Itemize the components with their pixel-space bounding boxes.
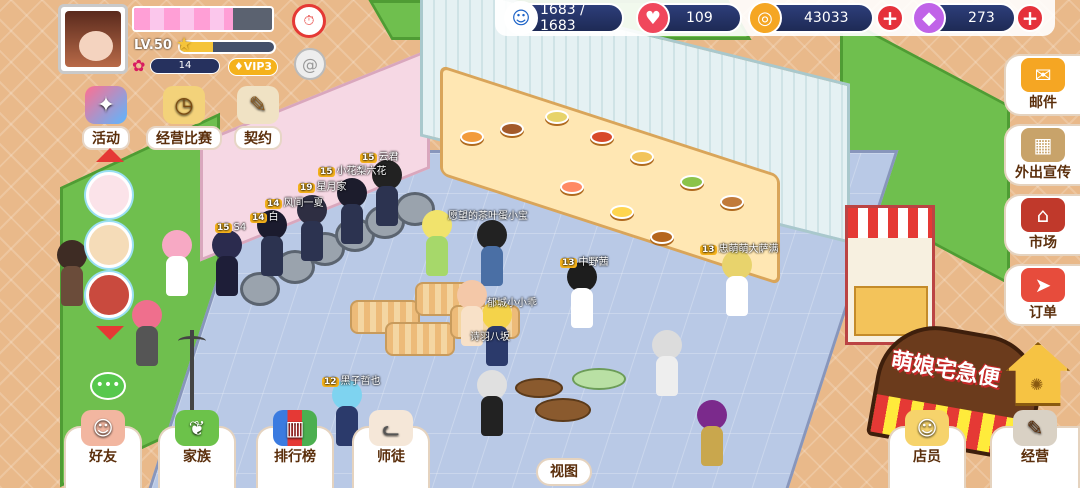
game-scene[interactable]: 萌娘宅急便 15 小花梨六花 15 云君 19 星月家 14 风间一夏 14 白 15 S4… — [0, 0, 1080, 488]
family-button[interactable]: ❦ 家族 — [158, 410, 236, 488]
stamina-pill[interactable]: ☺ 1683 / 1683 — [504, 1, 624, 35]
dish — [545, 110, 569, 124]
spiral-icon[interactable]: @ — [294, 48, 326, 80]
mail-button[interactable]: ✉ 邮件 — [1004, 54, 1080, 116]
customer-name-tag: 13 中野茜 — [560, 257, 609, 268]
dish — [590, 130, 614, 144]
shop-sign: 萌娘宅急便 — [888, 348, 1002, 392]
staff-avatar[interactable] — [86, 272, 132, 318]
round-table[interactable] — [535, 398, 591, 422]
lightbulb-icon: ✺ — [1030, 375, 1044, 394]
round-table[interactable] — [572, 368, 626, 390]
delivery-scooter-icon: ➤ — [1021, 268, 1065, 302]
orders-button[interactable]: ➤ 订单 — [1004, 264, 1080, 326]
customer-name-tag: 15 小花梨六花 — [318, 166, 387, 177]
customer-name-tag: 14 风间一夏 — [265, 198, 324, 209]
chat-bubble-icon[interactable]: ••• — [90, 372, 126, 400]
stopwatch-icon[interactable]: ⏱ — [292, 4, 326, 38]
round-table[interactable] — [515, 378, 563, 398]
dish — [720, 195, 744, 209]
dish — [650, 230, 674, 244]
character[interactable] — [210, 230, 244, 296]
staff-avatar[interactable] — [86, 172, 132, 218]
contest-button[interactable]: ◷ 经营比赛 — [144, 86, 224, 150]
star-icon: ★ — [176, 34, 193, 55]
customer-name-tag: 郁城小小乖 — [487, 298, 537, 309]
map-icon: ▦ — [1021, 128, 1065, 162]
add-coins-button[interactable]: + — [876, 4, 904, 32]
customer-name-tag: 12 黑子哲也 — [322, 376, 381, 387]
staff-icon: ☺ — [905, 410, 949, 446]
scroll-icon: ✎ — [237, 86, 279, 124]
character[interactable] — [55, 240, 89, 306]
clipboard-icon: ✎ — [1013, 410, 1057, 446]
street-lamp-light — [178, 336, 206, 346]
market-stall[interactable] — [845, 205, 935, 345]
megaphone-icon: ✉ — [1021, 58, 1065, 92]
rank-pill: 14 — [150, 58, 220, 74]
view-button[interactable]: 视图 — [536, 458, 592, 486]
add-gems-button[interactable]: + — [1016, 4, 1044, 32]
player-avatar[interactable] — [58, 4, 128, 74]
promote-button[interactable]: ▦ 外出宣传 — [1004, 124, 1080, 186]
customer-name-tag: 19 星月家 — [298, 182, 347, 193]
energy-bar — [132, 6, 274, 32]
character[interactable] — [475, 220, 509, 286]
dish — [630, 150, 654, 164]
rose-icon: ✿ — [132, 56, 146, 75]
activity-button[interactable]: ✦ 活动 — [70, 86, 142, 150]
diamond-icon: ◆ — [912, 1, 946, 35]
character[interactable] — [475, 370, 509, 436]
contract-button[interactable]: ✎ 契约 — [222, 86, 294, 150]
dish — [500, 122, 524, 136]
manage-button[interactable]: ✎ 经营 — [990, 410, 1080, 488]
customer-name-tag: 14 白 — [250, 212, 279, 223]
vip-badge[interactable]: ♦VIP3 — [228, 58, 278, 76]
mentor-button[interactable]: ᓚ 师徒 — [352, 410, 430, 488]
character[interactable] — [160, 230, 194, 296]
friends-icon: ☺ — [81, 410, 125, 446]
customer-name-tag: 13 忠萌萌大萨满 — [700, 244, 779, 255]
market-button[interactable]: ⌂ 市场 — [1004, 194, 1080, 256]
character[interactable] — [650, 330, 684, 396]
exp-bar — [178, 40, 276, 54]
gems-pill[interactable]: ◆ 273 — [912, 1, 1016, 35]
heart-icon: ♥ — [636, 1, 670, 35]
dish — [460, 130, 484, 144]
dish — [560, 180, 584, 194]
customer-name-tag: 15 S4 — [215, 222, 247, 233]
vip-gem-icon: ♦ — [233, 60, 244, 73]
stove[interactable] — [240, 272, 280, 306]
coin-icon: ◎ — [748, 1, 782, 35]
shop-stall-icon: ⌂ — [1021, 198, 1065, 232]
party-icon: ✦ — [85, 86, 127, 124]
character[interactable] — [565, 262, 599, 328]
dining-table[interactable] — [385, 322, 455, 356]
character[interactable] — [720, 250, 754, 316]
coins-pill[interactable]: ◎ 43033 — [748, 1, 874, 35]
sprout-icon: ❦ — [175, 410, 219, 446]
character[interactable] — [695, 400, 729, 466]
podium-icon: ▥ — [273, 410, 317, 446]
staff-button[interactable]: ☺ 店员 — [888, 410, 966, 488]
panda-face-icon: ☺ — [504, 1, 538, 35]
dish — [610, 205, 634, 219]
customer-name-tag: 15 云君 — [360, 152, 399, 163]
hearts-pill[interactable]: ♥ 109 — [636, 1, 742, 35]
customer-name-tag: 愿望的茶叶蛋小宝 — [448, 211, 528, 222]
scroll-down-arrow-icon[interactable] — [96, 326, 124, 340]
customer-name-tag: 诗羽八坂 — [470, 332, 510, 343]
character[interactable] — [130, 300, 164, 366]
staff-avatar[interactable] — [86, 222, 132, 268]
clock-icon: ◷ — [163, 86, 205, 124]
ranking-button[interactable]: ▥ 排行榜 — [256, 410, 334, 488]
cat-icon: ᓚ — [369, 410, 413, 446]
friends-button[interactable]: ☺ 好友 — [64, 410, 142, 488]
dish — [680, 175, 704, 189]
level-label: LV.50 — [134, 38, 172, 53]
scroll-up-arrow-icon[interactable] — [96, 148, 124, 162]
